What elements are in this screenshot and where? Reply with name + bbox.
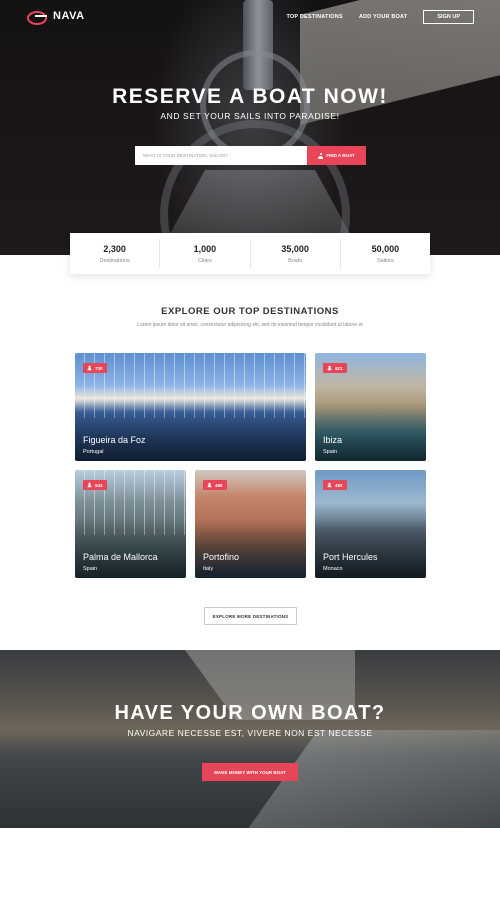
stat-label: Destinations — [99, 257, 130, 264]
stat-label: Sailors — [376, 257, 394, 264]
user-icon — [87, 482, 92, 488]
stat-boats: 35,000 Boats — [251, 239, 341, 268]
user-icon — [327, 365, 332, 371]
destination-city: Ibiza — [323, 435, 343, 445]
destination-country: Italy — [203, 566, 214, 572]
boat-count-badge: 492 — [323, 480, 347, 490]
own-boat-title: HAVE YOUR OWN BOAT? — [114, 702, 386, 724]
destination-card-palma-de-mallorca[interactable]: 543 Palma de Mallorca Spain — [75, 470, 186, 578]
destination-city: Port Hercules — [323, 552, 378, 562]
boat-count-badge: 730 — [83, 363, 107, 373]
destination-city: Palma de Mallorca — [83, 552, 158, 562]
logo[interactable]: NAVA — [27, 10, 85, 25]
boat-count-badge: 543 — [83, 480, 107, 490]
stat-sailors: 50,000 Sailors — [341, 239, 430, 268]
find-boat-button[interactable]: FIND A BOAT — [307, 146, 366, 165]
user-icon — [207, 482, 212, 488]
destination-country: Portugal — [83, 449, 104, 455]
nav-link-top-destinations[interactable]: TOP DESTINATIONS — [286, 14, 342, 20]
nav-link-add-your-boat[interactable]: ADD YOUR BOAT — [359, 14, 408, 20]
destination-city: Portofino — [203, 552, 240, 562]
nav-links: TOP DESTINATIONS ADD YOUR BOAT SIGN UP — [286, 10, 474, 24]
destination-country: Monaco — [323, 566, 343, 572]
stat-label: Boats — [288, 257, 303, 264]
own-boat-section — [0, 650, 500, 828]
make-money-button[interactable]: MAKE MONEY WITH YOUR BOAT — [202, 763, 298, 781]
stat-label: Cities — [197, 257, 212, 264]
stat-cities: 1,000 Cities — [160, 239, 251, 268]
find-boat-label: FIND A BOAT — [326, 153, 355, 158]
stat-value: 2,300 — [103, 243, 126, 254]
boat-count-badge: 495 — [203, 480, 227, 490]
stat-destinations: 2,300 Destinations — [70, 239, 161, 268]
stats-bar: 2,300 Destinations 1,000 Cities 35,000 B… — [70, 233, 430, 274]
search-bar: FIND A BOAT — [135, 146, 366, 165]
explore-subtitle: Lorem ipsum dolor sit amet, consectetur … — [137, 322, 363, 328]
destination-search-input[interactable] — [135, 146, 307, 165]
boat-count-badge: 621 — [323, 363, 347, 373]
logo-text: NAVA — [53, 10, 85, 22]
explore-title: EXPLORE OUR TOP DESTINATIONS — [161, 306, 339, 317]
user-icon — [327, 482, 332, 488]
top-nav: NAVA TOP DESTINATIONS ADD YOUR BOAT SIGN… — [0, 0, 500, 34]
destination-card-ibiza[interactable]: 621 Ibiza Spain — [315, 353, 426, 461]
destination-city: Figueira da Foz — [83, 435, 146, 445]
own-boat-subtitle: NAVIGARE NECESSE EST, VIVERE NON EST NEC… — [127, 728, 373, 738]
hero-subtitle: AND SET YOUR SAILS INTO PARADISE! — [160, 111, 340, 121]
signup-button[interactable]: SIGN UP — [423, 10, 474, 24]
stat-value: 1,000 — [193, 243, 217, 254]
stat-value: 35,000 — [281, 243, 309, 254]
hero-section — [0, 0, 500, 255]
destination-card-port-hercules[interactable]: 492 Port Hercules Monaco — [315, 470, 426, 578]
user-icon — [318, 152, 324, 159]
destination-card-figueira-da-foz[interactable]: 730 Figueira da Foz Portugal — [75, 353, 306, 461]
destination-country: Spain — [323, 449, 338, 455]
user-icon — [87, 365, 92, 371]
explore-more-button[interactable]: EXPLORE MORE DESTINATIONS — [204, 607, 297, 625]
destination-country: Spain — [83, 566, 98, 572]
stat-value: 50,000 — [371, 243, 400, 254]
destination-card-portofino[interactable]: 495 Portofino Italy — [195, 470, 306, 578]
logo-icon — [27, 11, 47, 25]
hero-title: RESERVE A BOAT NOW! — [112, 85, 388, 108]
